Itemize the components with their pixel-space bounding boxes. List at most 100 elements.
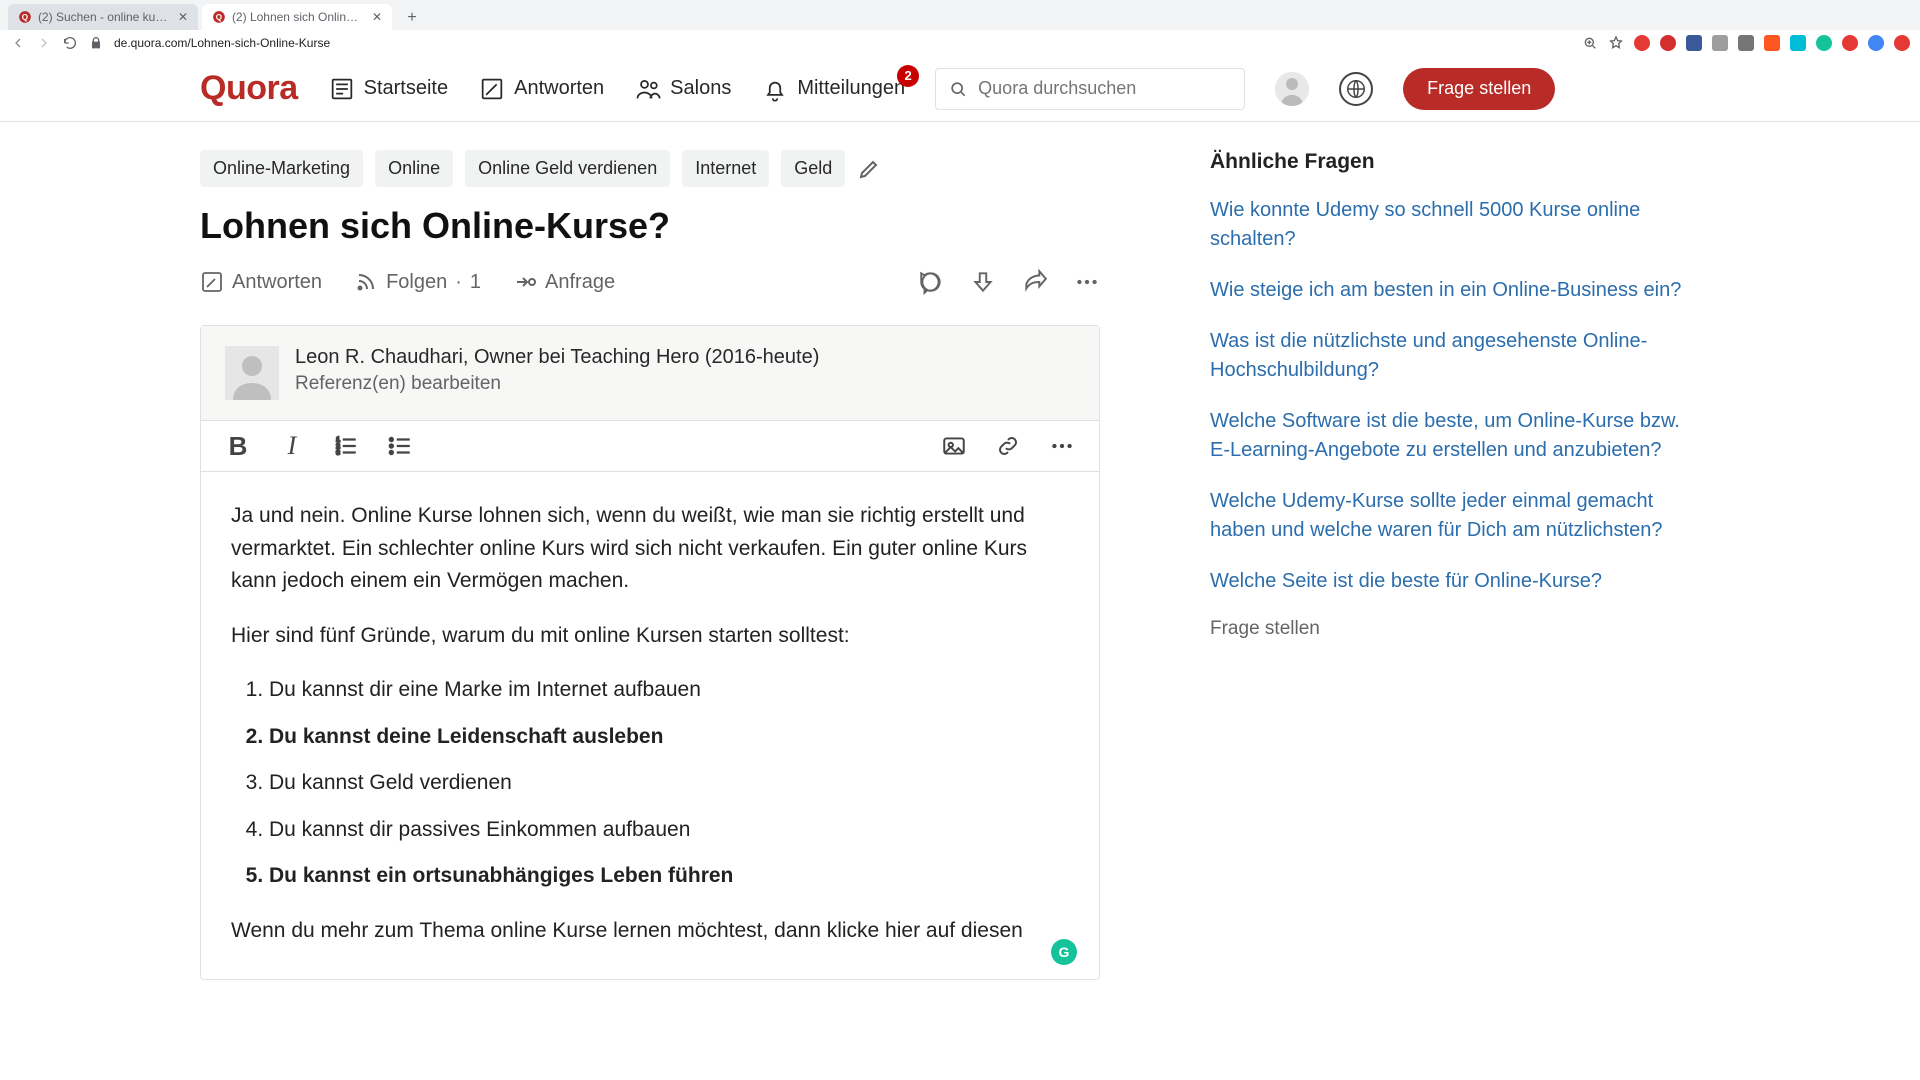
close-icon[interactable]: ✕ <box>372 10 382 24</box>
search-field[interactable] <box>976 77 1232 100</box>
related-question-link[interactable]: Wie konnte Udemy so schnell 5000 Kurse o… <box>1210 196 1690 254</box>
ext-icon[interactable] <box>1764 35 1780 51</box>
zoom-icon[interactable] <box>1582 35 1598 51</box>
answer-paragraph: Ja und nein. Online Kurse lohnen sich, w… <box>231 500 1069 598</box>
nav-spaces[interactable]: Salons <box>634 75 731 103</box>
ext-icon[interactable] <box>1686 35 1702 51</box>
newspaper-icon <box>328 75 356 103</box>
edit-credentials-link[interactable]: Referenz(en) bearbeiten <box>295 373 819 395</box>
ordered-list-button[interactable]: 123 <box>333 433 359 459</box>
ext-icon[interactable] <box>1790 35 1806 51</box>
list-item: Du kannst deine Leidenschaft ausleben <box>269 721 1069 754</box>
user-avatar[interactable] <box>1275 72 1309 106</box>
author-avatar[interactable] <box>225 346 279 400</box>
ext-icon[interactable] <box>1738 35 1754 51</box>
related-question-link[interactable]: Was ist die nützlichste und angesehenste… <box>1210 327 1690 385</box>
rss-icon <box>354 270 378 294</box>
forward-icon[interactable] <box>36 35 52 51</box>
people-icon <box>634 75 662 103</box>
sidebar-ask-link[interactable]: Frage stellen <box>1210 618 1690 640</box>
browser-tab[interactable]: Q (2) Lohnen sich Online-Kurse? ✕ <box>202 4 392 30</box>
ext-icon[interactable] <box>1842 35 1858 51</box>
related-heading: Ähnliche Fragen <box>1210 150 1690 174</box>
svg-text:Q: Q <box>216 13 222 22</box>
url-input[interactable]: de.quora.com/Lohnen-sich-Online-Kurse <box>114 36 330 50</box>
action-label: Antworten <box>232 271 322 294</box>
answer-action[interactable]: Antworten <box>200 270 322 294</box>
ask-question-button[interactable]: Frage stellen <box>1403 68 1555 110</box>
list-item: Du kannst dir eine Marke im Internet auf… <box>269 674 1069 707</box>
nav-notifications[interactable]: Mitteilungen 2 <box>761 75 905 103</box>
close-icon[interactable]: ✕ <box>178 10 188 24</box>
related-question-link[interactable]: Welche Udemy-Kurse sollte jeder einmal g… <box>1210 487 1690 545</box>
nav-label: Startseite <box>364 77 448 100</box>
pen-icon <box>478 75 506 103</box>
list-item: Du kannst ein ortsunabhängiges Leben füh… <box>269 860 1069 893</box>
ext-icon[interactable] <box>1634 35 1650 51</box>
sidebar: Ähnliche Fragen Wie konnte Udemy so schn… <box>1210 150 1690 1080</box>
quora-logo[interactable]: Quora <box>200 69 298 108</box>
topic-chips: Online-Marketing Online Online Geld verd… <box>200 150 1100 187</box>
italic-button[interactable]: I <box>279 433 305 459</box>
ext-icon[interactable] <box>1868 35 1884 51</box>
comment-icon[interactable] <box>918 269 944 295</box>
editor-more-icon[interactable] <box>1049 433 1075 459</box>
tab-title: (2) Suchen - online kurse - Q <box>38 10 168 24</box>
search-input[interactable] <box>935 68 1245 110</box>
link-button[interactable] <box>995 433 1021 459</box>
lock-icon <box>88 35 104 51</box>
editor-toolbar: B I 123 <box>201 420 1099 472</box>
globe-icon <box>1345 78 1367 100</box>
bold-button[interactable]: B <box>225 433 251 459</box>
edit-topics-icon[interactable] <box>857 157 881 181</box>
action-label: Folgen <box>386 271 447 294</box>
browser-chrome: Q (2) Suchen - online kurse - Q ✕ Q (2) … <box>0 0 1920 56</box>
browser-tab[interactable]: Q (2) Suchen - online kurse - Q ✕ <box>8 4 198 30</box>
more-icon[interactable] <box>1074 269 1100 295</box>
quora-favicon-icon: Q <box>18 10 32 24</box>
tab-title: (2) Lohnen sich Online-Kurse? <box>232 10 362 24</box>
search-icon <box>948 79 968 99</box>
topic-chip[interactable]: Online-Marketing <box>200 150 363 187</box>
author-name-line[interactable]: Leon R. Chaudhari, Owner bei Teaching He… <box>295 346 819 369</box>
list-item: Du kannst Geld verdienen <box>269 767 1069 800</box>
follow-action[interactable]: Folgen · 1 <box>354 270 481 294</box>
compose-icon <box>200 270 224 294</box>
topic-chip[interactable]: Online Geld verdienen <box>465 150 670 187</box>
unordered-list-button[interactable] <box>387 433 413 459</box>
nav-answer[interactable]: Antworten <box>478 75 604 103</box>
topic-chip[interactable]: Online <box>375 150 453 187</box>
reload-icon[interactable] <box>62 35 78 51</box>
star-icon[interactable] <box>1608 35 1624 51</box>
share-icon[interactable] <box>1022 269 1048 295</box>
answer-list: Du kannst dir eine Marke im Internet auf… <box>231 674 1069 893</box>
question-title: Lohnen sich Online-Kurse? <box>200 205 1100 247</box>
related-question-link[interactable]: Welche Seite ist die beste für Online-Ku… <box>1210 567 1690 596</box>
follow-count: 1 <box>470 271 481 294</box>
language-button[interactable] <box>1339 72 1373 106</box>
request-action[interactable]: Anfrage <box>513 270 615 294</box>
ext-icon[interactable] <box>1712 35 1728 51</box>
page-body: Online-Marketing Online Online Geld verd… <box>0 122 1920 1080</box>
new-tab-button[interactable]: + <box>400 6 424 30</box>
topic-chip[interactable]: Internet <box>682 150 769 187</box>
svg-text:Q: Q <box>22 13 28 22</box>
nav-label: Mitteilungen <box>797 77 905 100</box>
image-button[interactable] <box>941 433 967 459</box>
answer-paragraph: Wenn du mehr zum Thema online Kurse lern… <box>231 915 1069 948</box>
ext-icon[interactable] <box>1816 35 1832 51</box>
ext-icon[interactable] <box>1660 35 1676 51</box>
topic-chip[interactable]: Geld <box>781 150 845 187</box>
nav-home[interactable]: Startseite <box>328 75 448 103</box>
grammarly-icon[interactable]: G <box>1051 939 1077 965</box>
main-column: Online-Marketing Online Online Geld verd… <box>200 150 1100 1080</box>
back-icon[interactable] <box>10 35 26 51</box>
nav-label: Antworten <box>514 77 604 100</box>
answer-body[interactable]: Ja und nein. Online Kurse lohnen sich, w… <box>201 472 1099 979</box>
related-question-link[interactable]: Welche Software ist die beste, um Online… <box>1210 407 1690 465</box>
downvote-icon[interactable] <box>970 269 996 295</box>
address-bar: de.quora.com/Lohnen-sich-Online-Kurse <box>0 30 1920 56</box>
bell-icon <box>761 75 789 103</box>
ext-icon[interactable] <box>1894 35 1910 51</box>
related-question-link[interactable]: Wie steige ich am besten in ein Online-B… <box>1210 276 1690 305</box>
